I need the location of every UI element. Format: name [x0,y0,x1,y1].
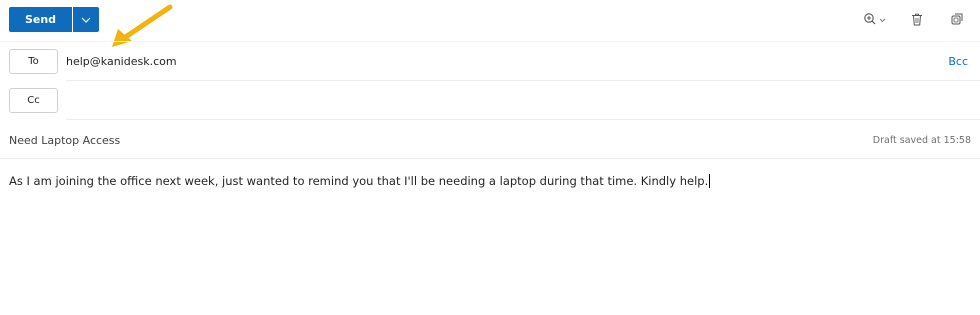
message-body[interactable]: As I am joining the office next week, ju… [9,174,711,188]
trash-icon [912,13,922,25]
bcc-button[interactable]: Bcc [948,55,968,68]
chevron-down-icon [81,17,91,23]
send-button-group: Send [9,7,99,32]
to-field[interactable]: help@kanidesk.com [66,55,177,68]
draft-status: Draft saved at 15:58 [872,135,971,146]
subject-field[interactable]: Need Laptop Access [9,134,120,147]
cc-button[interactable]: Cc [9,88,58,113]
message-body-text: As I am joining the office next week, ju… [9,174,709,188]
cc-divider [66,119,980,120]
popout-button[interactable] [946,8,968,30]
annotation-arrow-icon [112,4,173,47]
zoom-button[interactable] [862,8,892,30]
send-options-button[interactable] [73,7,99,32]
to-divider [66,80,980,81]
zoom-icon [864,13,886,25]
discard-button[interactable] [906,8,928,30]
to-button[interactable]: To [9,49,58,74]
toolbar-divider [0,41,980,42]
popout-icon [951,13,963,25]
text-cursor [709,174,711,188]
subject-divider [0,158,980,159]
send-button[interactable]: Send [9,7,72,32]
